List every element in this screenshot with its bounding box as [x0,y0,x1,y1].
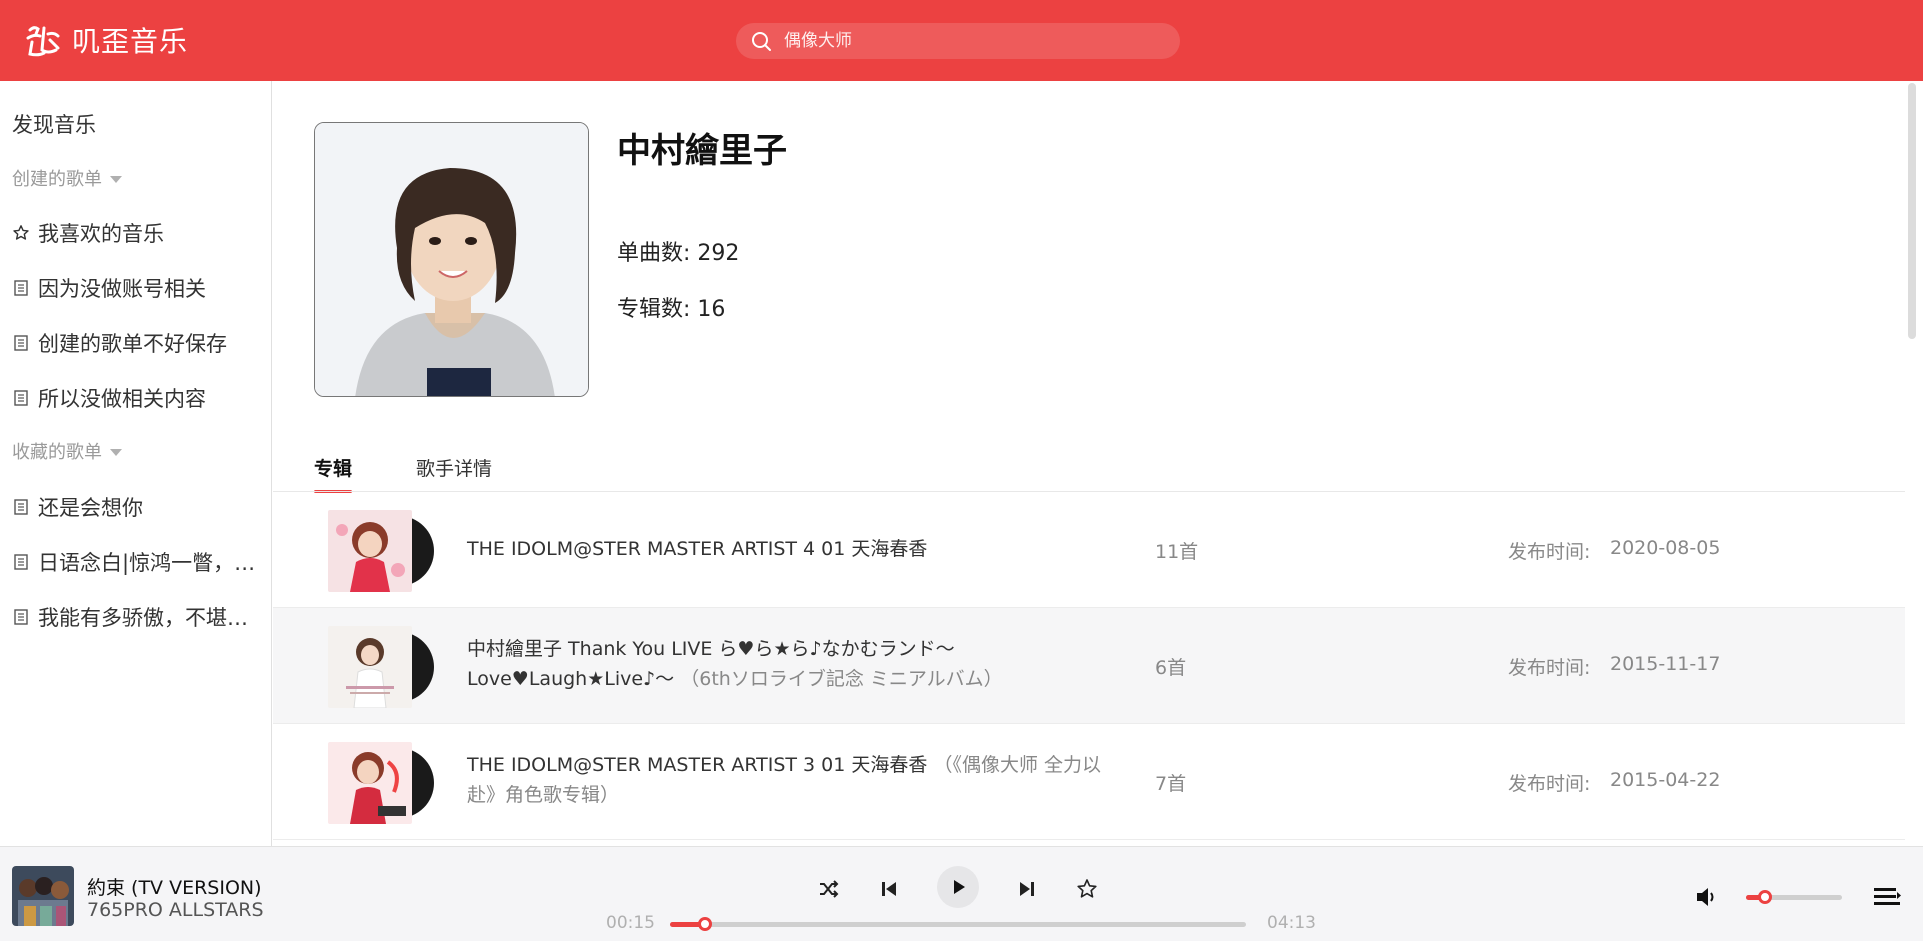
playlist-icon [14,335,28,351]
sidebar-item-playlist[interactable]: 所以没做相关内容 [12,383,264,413]
caret-down-icon [110,175,122,183]
sidebar-item-playlist[interactable]: 因为没做账号相关 [12,273,264,303]
album-track-count: 6首 [1155,657,1187,679]
sidebar-item-playlist[interactable]: 日语念白|惊鸿一瞥，若梦一场 [12,547,264,577]
songs-count: 292 [697,241,740,266]
album-release-date: 2015-04-22 [1610,769,1721,791]
caret-down-icon [110,448,122,456]
albums-count: 16 [697,297,726,322]
songs-label: 单曲数: [617,241,691,266]
sidebar-item-label: 还是会想你 [38,496,143,520]
now-playing-artist[interactable]: 765PRO ALLSTARS [87,899,264,921]
total-time: 04:13 [1267,913,1316,933]
album-subtitle: （6thソロライブ記念 ミニアルバム） [680,668,1003,690]
skip-back-icon [882,882,896,896]
sidebar-item-label: 我能有多骄傲，不堪一击 [38,606,264,630]
play-button[interactable] [937,866,979,908]
tab-artist-details[interactable]: 歌手详情 [416,454,492,493]
star-icon [13,225,29,240]
sidebar-item-label: 创建的歌单不好保存 [38,332,227,356]
playlist-icon [14,554,28,570]
now-playing-cover[interactable] [12,866,74,926]
sidebar-item-label: 日语念白|惊鸿一瞥，若梦一场 [38,551,264,575]
current-time: 00:15 [606,913,655,933]
skip-forward-icon [1020,882,1034,896]
tab-albums[interactable]: 专辑 [314,454,353,493]
volume-icon[interactable] [1694,884,1720,910]
logo-icon [26,26,60,57]
main-content: 中村繪里子 单曲数: 292 专辑数: 16 专辑 歌手详情 THE IDOLM… [273,81,1905,846]
sidebar-item-label: 所以没做相关内容 [38,387,206,411]
play-icon [954,880,965,894]
artist-name: 中村繪里子 [617,131,787,171]
star-icon [1077,879,1097,898]
progress-bar[interactable] [670,917,1246,931]
songs-stat: 单曲数: 292 [617,235,739,267]
main-scrollbar[interactable] [1908,83,1916,339]
sidebar: 发现音乐 创建的歌单 我喜欢的音乐 因为没做账号相关 创建的歌单不好保存 所以没… [0,81,272,846]
album-row[interactable]: 中村繪里子 Thank You LIVE ら♥ら★ら♪なかむランド～Love♥L… [273,608,1905,724]
artist-photo [314,122,589,397]
album-title-text: THE IDOLM@STER MASTER ARTIST 3 01 天海春香 [467,754,928,776]
album-title-text: THE IDOLM@STER MASTER ARTIST 4 01 天海春香 [467,538,928,560]
progress-handle[interactable] [697,917,712,931]
album-cover [328,742,434,824]
top-header: 叽歪音乐 [0,0,1923,81]
sidebar-item-playlist[interactable]: 我能有多骄傲，不堪一击 [12,602,264,632]
sidebar-item-playlist[interactable]: 还是会想你 [12,492,264,522]
queue-list-icon[interactable] [1872,884,1902,910]
player-bar: 約束 (TV VERSION) 765PRO ALLSTARS 00:15 04… [0,846,1923,941]
album-cover [328,626,434,708]
album-row[interactable]: THE IDOLM@STER MASTER ARTIST 4 01 天海春香 1… [273,492,1905,608]
album-track-count: 11首 [1155,541,1199,563]
sidebar-item-label: 因为没做账号相关 [38,277,206,301]
album-title[interactable]: THE IDOLM@STER MASTER ARTIST 3 01 天海春香 （… [467,750,1127,810]
section-label: 创建的歌单 [12,169,102,190]
album-title[interactable]: THE IDOLM@STER MASTER ARTIST 4 01 天海春香 [467,534,1127,564]
artist-tabs: 专辑 歌手详情 [314,454,556,493]
playlist-icon [14,499,28,515]
sidebar-item-discover[interactable]: 发现音乐 [12,109,96,139]
shuffle-icon [820,880,839,898]
album-release-date: 2015-11-17 [1610,653,1721,675]
search-input[interactable] [782,30,1162,52]
next-button[interactable] [1011,873,1043,905]
sidebar-item-playlist[interactable]: 创建的歌单不好保存 [12,328,264,358]
previous-button[interactable] [873,873,905,905]
albums-stat: 专辑数: 16 [617,291,725,323]
volume-slider[interactable] [1746,890,1842,904]
playlist-icon [14,390,28,406]
favorite-button[interactable] [1071,873,1103,905]
playlist-icon [14,609,28,625]
search-box[interactable] [736,23,1180,59]
section-label: 收藏的歌单 [12,442,102,463]
search-icon [752,32,771,51]
albums-label: 专辑数: [617,297,691,322]
album-track-count: 7首 [1155,773,1187,795]
album-date-label: 发布时间: [1508,541,1591,563]
sidebar-item-label: 我喜欢的音乐 [38,222,164,246]
created-playlists-header[interactable]: 创建的歌单 [12,165,122,191]
app-title: 叽歪音乐 [72,25,189,58]
sidebar-item-liked[interactable]: 我喜欢的音乐 [12,218,264,248]
playlist-icon [14,280,28,296]
album-date-label: 发布时间: [1508,657,1591,679]
collected-playlists-header[interactable]: 收藏的歌单 [12,438,122,464]
album-cover [328,510,434,592]
album-date-label: 发布时间: [1508,773,1591,795]
volume-handle[interactable] [1758,890,1773,904]
album-release-date: 2020-08-05 [1610,537,1721,559]
album-row[interactable]: THE IDOLM@STER MASTER ARTIST 3 01 天海春香 （… [273,724,1905,840]
now-playing-title[interactable]: 約束 (TV VERSION) [87,873,262,900]
album-title[interactable]: 中村繪里子 Thank You LIVE ら♥ら★ら♪なかむランド～Love♥L… [467,634,1127,694]
shuffle-button[interactable] [813,873,845,905]
app-logo[interactable]: 叽歪音乐 [24,20,188,60]
